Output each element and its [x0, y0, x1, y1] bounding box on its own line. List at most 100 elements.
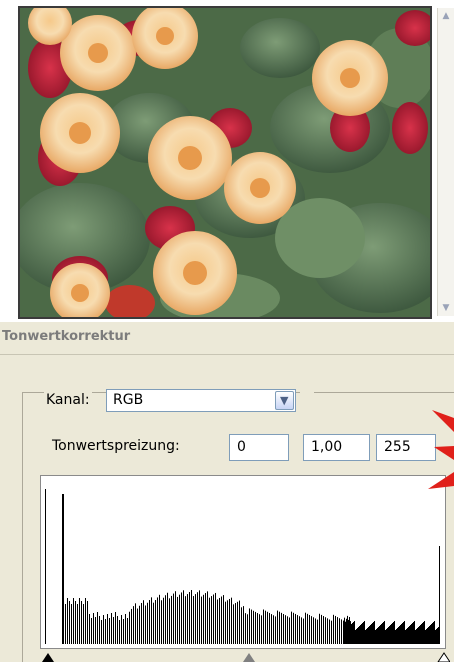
histogram-bar — [289, 617, 290, 644]
histogram-bar — [384, 621, 385, 644]
histogram-bar — [353, 622, 354, 644]
input-gamma-field[interactable]: 1,00 — [303, 434, 370, 461]
histogram-bar — [381, 624, 382, 644]
histogram-bar — [62, 494, 63, 644]
histogram-bar — [423, 622, 424, 644]
title-divider — [0, 354, 454, 355]
histogram-bar — [123, 619, 124, 644]
histogram-bar — [293, 612, 294, 644]
histogram-bar — [157, 597, 158, 644]
white-point-slider-icon[interactable] — [437, 652, 450, 662]
histogram-bar — [339, 618, 340, 644]
histogram-bar — [95, 617, 96, 644]
histogram-bar — [97, 612, 98, 644]
histogram-bar — [405, 630, 406, 644]
histogram-bar — [374, 621, 375, 644]
histogram-bar — [406, 629, 407, 644]
histogram-bar — [356, 629, 357, 644]
input-slider[interactable] — [40, 648, 450, 662]
histogram-bar — [435, 630, 436, 644]
histogram-bar — [386, 629, 387, 644]
histogram-bar — [273, 615, 274, 644]
histogram-bar — [401, 624, 402, 644]
histogram-bar — [195, 594, 196, 644]
histogram-bar — [243, 606, 244, 644]
histogram-bar — [352, 623, 353, 644]
histogram-bar — [395, 630, 396, 644]
histogram-bar — [391, 624, 392, 644]
histogram-bar — [229, 598, 230, 644]
histogram-bar — [307, 613, 308, 644]
histogram-bar — [402, 623, 403, 644]
histogram-bar — [439, 546, 440, 644]
histogram-bar — [373, 622, 374, 644]
gamma-slider-icon[interactable] — [243, 653, 255, 662]
histogram-bar — [303, 618, 304, 644]
histogram-bar — [394, 621, 395, 644]
scroll-up-icon[interactable]: ▲ — [440, 10, 452, 22]
histogram-bar — [177, 596, 178, 644]
histogram-bar — [167, 592, 168, 644]
histogram-bar — [137, 608, 138, 644]
histogram-bar — [69, 601, 70, 644]
histogram-bar — [419, 626, 420, 644]
histogram-bar — [139, 605, 140, 644]
channel-select[interactable]: RGB ▼ — [106, 389, 296, 412]
histogram-bar — [251, 609, 252, 644]
histogram-bar — [209, 597, 210, 644]
black-point-slider-icon[interactable] — [42, 653, 54, 662]
dialog-title: Tonwertkorrektur — [2, 329, 131, 344]
histogram-bar — [141, 602, 142, 644]
histogram-bar — [376, 629, 377, 644]
histogram-bar — [205, 593, 206, 644]
histogram-bar — [189, 592, 190, 644]
histogram-bar — [291, 611, 292, 644]
histogram-bar — [399, 626, 400, 644]
histogram-bar — [333, 614, 334, 644]
histogram-bar — [411, 624, 412, 644]
histogram-bar — [398, 627, 399, 644]
histogram-bar — [429, 626, 430, 644]
histogram-bar — [261, 615, 262, 644]
histogram-bar — [117, 616, 118, 644]
histogram-bar — [105, 619, 106, 644]
histogram-bar — [355, 630, 356, 644]
histogram-bar — [345, 621, 346, 644]
histogram-bar — [91, 618, 92, 644]
histogram-bar — [437, 628, 438, 644]
histogram-bar — [379, 626, 380, 644]
histogram-bar — [147, 602, 148, 644]
preview-scrollbar[interactable]: ▲ ▼ — [437, 8, 454, 316]
histogram-bar — [89, 614, 90, 644]
histogram-bar — [67, 598, 68, 644]
histogram-bar — [360, 625, 361, 644]
histogram-bar — [431, 624, 432, 644]
histogram-bar — [329, 619, 330, 644]
histogram-bar — [436, 629, 437, 644]
histogram-bar — [281, 612, 282, 644]
input-black-field[interactable]: 0 — [229, 434, 289, 461]
histogram-bar — [221, 596, 222, 644]
histogram-bar — [235, 603, 236, 644]
histogram-bar — [75, 601, 76, 644]
histogram-bar — [420, 625, 421, 644]
histogram-bar — [239, 600, 240, 644]
histogram-bar — [113, 617, 114, 644]
histogram-bar — [255, 611, 256, 644]
histogram-plot — [45, 489, 440, 644]
histogram-bar — [265, 610, 266, 644]
histogram-bar — [408, 627, 409, 644]
histogram-bar — [351, 624, 352, 644]
histogram-bar — [179, 594, 180, 644]
histogram-bar — [135, 603, 136, 644]
channel-dropdown-button[interactable]: ▼ — [275, 391, 294, 410]
histogram-bar — [348, 619, 349, 644]
histogram-bar — [245, 613, 246, 644]
histogram-bar — [428, 627, 429, 644]
scroll-down-icon[interactable]: ▼ — [440, 302, 452, 314]
levels-dialog: Tonwertkorrektur Kanal: RGB ▼ Tonwertspr… — [0, 322, 454, 662]
histogram-bar — [155, 600, 156, 644]
histogram-bar — [275, 616, 276, 644]
annotation-arrows — [428, 410, 454, 489]
histogram-bar — [63, 494, 64, 644]
